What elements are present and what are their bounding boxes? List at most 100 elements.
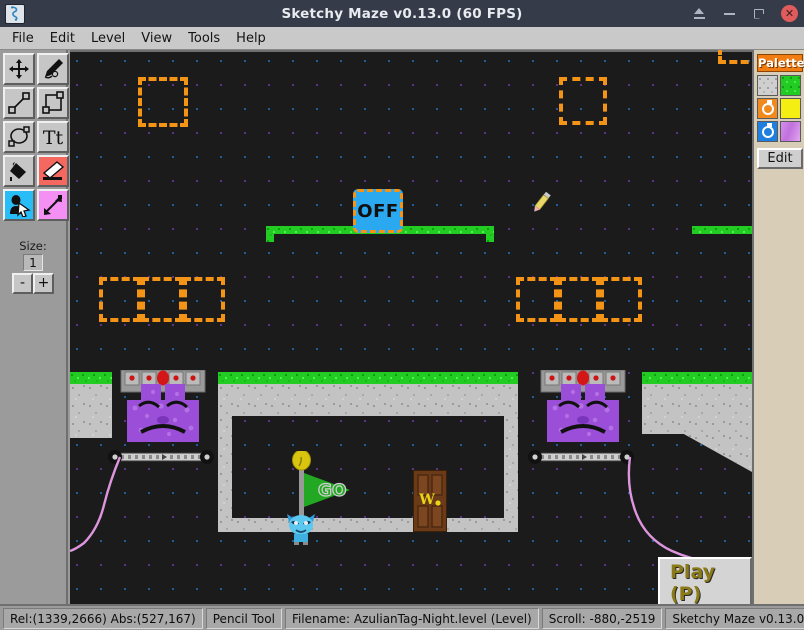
swatch-grass[interactable] xyxy=(780,75,801,96)
scroll-position: Scroll: -880,-2519 xyxy=(541,607,663,629)
brush-size-value: 1 xyxy=(23,254,43,271)
pencil-cursor-icon xyxy=(530,190,552,216)
swatch-solid-yellow[interactable] xyxy=(780,98,801,119)
doodad-outline-upper-left[interactable] xyxy=(138,77,188,127)
go-flag-label: GO xyxy=(318,481,346,501)
sleeping-azulian-right[interactable] xyxy=(537,369,629,452)
stone-block-right xyxy=(642,384,752,434)
move-arrows-icon xyxy=(9,59,29,79)
swatch-fire[interactable] xyxy=(757,98,778,119)
rectangle-tool[interactable] xyxy=(37,87,69,119)
close-icon: ✕ xyxy=(784,7,795,20)
app-version: Sketchy Maze v0.13.0 xyxy=(665,607,804,629)
brush-size-label: Size: xyxy=(19,239,47,253)
window-controls: ✕ xyxy=(691,0,798,27)
doodad-outline-lower-right-3[interactable] xyxy=(600,277,642,322)
grass-platform-center-left-cap xyxy=(266,226,274,242)
grass-cap-right xyxy=(642,372,752,384)
azulian-player[interactable] xyxy=(285,512,317,546)
line-tool[interactable] xyxy=(3,87,35,119)
stone-block-center-left xyxy=(218,384,518,416)
grass-cap-center-left xyxy=(218,372,518,384)
pencil-icon xyxy=(44,59,63,79)
room-wall-left xyxy=(218,416,232,532)
ellipse-tool[interactable] xyxy=(3,121,35,153)
grass-cap-far-left xyxy=(70,372,112,384)
pencil-tool[interactable] xyxy=(37,53,69,85)
paint-bucket-icon xyxy=(10,162,26,181)
window-title: Sketchy Maze v0.13.0 (60 FPS) xyxy=(281,5,523,22)
play-button-label: Play (P) xyxy=(670,561,716,604)
pan-tool[interactable] xyxy=(3,53,35,85)
line-icon xyxy=(8,92,30,114)
tool-palette: Tt Size: 1 - + xyxy=(0,50,69,604)
menu-help[interactable]: Help xyxy=(228,30,274,47)
play-button[interactable]: Play (P) xyxy=(658,557,752,604)
grass-platform-right xyxy=(692,226,752,234)
brush-size-increase-button[interactable]: + xyxy=(33,273,54,294)
title-bar: Sketchy Maze v0.13.0 (60 FPS) ✕ xyxy=(0,0,804,27)
close-button[interactable]: ✕ xyxy=(781,5,798,22)
eject-icon xyxy=(693,8,705,19)
rectangle-icon xyxy=(42,91,64,114)
palette-swatch-grid xyxy=(757,75,803,142)
minimize-button[interactable] xyxy=(721,6,737,22)
text-tt-icon: Tt xyxy=(43,127,64,149)
canvas-top-edge xyxy=(70,50,752,52)
minimize-icon xyxy=(723,12,735,15)
eraser-icon xyxy=(42,161,65,180)
menu-level[interactable]: Level xyxy=(83,30,133,47)
tool-grid: Tt xyxy=(0,50,69,221)
workspace: Tt Size: 1 - + OFF GO W Play (P) Palette… xyxy=(0,50,804,604)
doodad-outline-lower-left-1[interactable] xyxy=(99,277,141,322)
brush-size-control: Size: 1 - + xyxy=(0,239,66,294)
eject-button[interactable] xyxy=(691,6,707,22)
maximize-icon xyxy=(754,8,764,19)
menu-file[interactable]: File xyxy=(4,30,42,47)
cursor-coordinates: Rel:(1339,2666) Abs:(527,167) xyxy=(3,607,203,629)
doodad-outline-lower-right-1[interactable] xyxy=(516,277,558,322)
palette-panel: Palette Edit xyxy=(752,50,804,604)
off-button-label: OFF xyxy=(357,200,399,222)
off-button-doodad[interactable]: OFF xyxy=(353,189,403,233)
swatch-stone[interactable] xyxy=(757,75,778,96)
text-tool[interactable]: Tt xyxy=(37,121,69,153)
doodad-outline-topright[interactable] xyxy=(718,50,752,64)
swatch-ring-icon xyxy=(762,100,774,115)
doodad-tool[interactable] xyxy=(3,189,35,221)
grass-platform-center-right-cap xyxy=(486,226,494,242)
doodad-outline-lower-right-2[interactable] xyxy=(558,277,600,322)
menu-tools[interactable]: Tools xyxy=(180,30,228,47)
eraser-tool[interactable] xyxy=(37,155,69,187)
swatch-water[interactable] xyxy=(757,121,778,142)
doodad-outline-lower-left-3[interactable] xyxy=(183,277,225,322)
filename: Filename: AzulianTag-Night.level (Level) xyxy=(284,607,539,629)
level-canvas[interactable]: OFF GO W Play (P) xyxy=(70,50,752,604)
fill-tool[interactable] xyxy=(3,155,35,187)
sketchy-maze-logo-icon xyxy=(5,3,25,24)
doodad-outline-upper-right[interactable] xyxy=(559,77,607,125)
link-arrow-icon xyxy=(44,195,62,215)
menu-view[interactable]: View xyxy=(133,30,180,47)
link-tool[interactable] xyxy=(37,189,69,221)
room-floor xyxy=(218,518,518,532)
maximize-button[interactable] xyxy=(751,6,767,22)
stone-column-far-left xyxy=(70,384,112,438)
swatch-ring-icon xyxy=(762,123,774,138)
status-bar: Rel:(1339,2666) Abs:(527,167) Pencil Too… xyxy=(0,604,804,630)
menu-bar: File Edit Level View Tools Help xyxy=(0,27,804,50)
svg-text:Tt: Tt xyxy=(43,127,64,149)
door-label: W xyxy=(418,492,435,508)
application-window: Sketchy Maze v0.13.0 (60 FPS) ✕ File Edi… xyxy=(0,0,804,630)
link-line-left xyxy=(70,456,122,553)
brush-size-decrease-button[interactable]: - xyxy=(12,273,33,294)
doodad-outline-lower-left-2[interactable] xyxy=(141,277,183,322)
palette-edit-button[interactable]: Edit xyxy=(757,148,803,169)
menu-edit[interactable]: Edit xyxy=(42,30,83,47)
ellipse-icon xyxy=(8,126,30,147)
palette-title: Palette xyxy=(757,54,804,72)
room-wall-right xyxy=(504,416,518,532)
exit-door[interactable]: W xyxy=(412,469,448,533)
swatch-decoration[interactable] xyxy=(780,121,801,142)
sleeping-azulian-left[interactable] xyxy=(117,369,209,452)
